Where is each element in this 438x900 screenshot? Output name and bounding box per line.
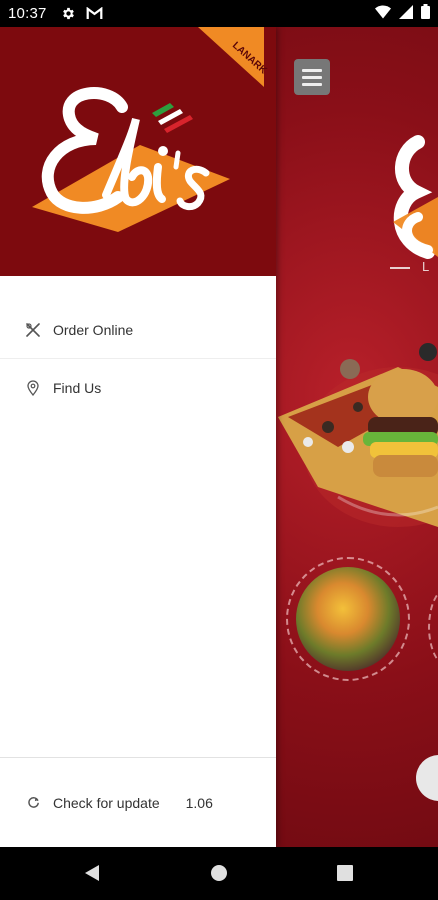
menu-item-label: Order Online xyxy=(53,321,134,338)
drawer-header: LANARK xyxy=(0,27,276,276)
check-for-update-label: Check for update xyxy=(53,794,160,811)
gmail-icon xyxy=(86,7,103,20)
background-logo xyxy=(393,135,438,259)
refresh-icon xyxy=(24,794,42,812)
floating-action-button[interactable] xyxy=(416,755,438,801)
gear-icon xyxy=(61,6,76,21)
signal-icon xyxy=(399,4,413,23)
hamburger-menu-button[interactable] xyxy=(294,59,330,95)
food-bowl-image-2 xyxy=(428,587,438,667)
utensils-icon xyxy=(24,321,42,339)
wifi-icon xyxy=(375,5,391,23)
food-image xyxy=(278,343,438,527)
app-version: 1.06 xyxy=(185,794,213,811)
brand-logo: LANARK xyxy=(32,27,269,232)
drawer-menu: Order Online Find Us xyxy=(0,276,276,417)
food-bowl-image xyxy=(286,557,410,681)
menu-item-order-online[interactable]: Order Online xyxy=(0,301,276,359)
battery-icon xyxy=(421,4,430,23)
map-pin-icon xyxy=(24,379,42,397)
recents-icon[interactable] xyxy=(337,865,353,881)
menu-item-label: Find Us xyxy=(53,380,102,396)
home-icon[interactable] xyxy=(210,864,228,882)
background-location-text: L xyxy=(422,259,432,274)
status-bar: 10:37 xyxy=(0,0,438,27)
system-navigation-bar xyxy=(0,847,438,900)
menu-item-find-us[interactable]: Find Us xyxy=(0,359,276,417)
navigation-drawer: LANARK Order Online Find Us Check for up… xyxy=(0,27,276,847)
background-divider xyxy=(390,267,410,269)
back-icon[interactable] xyxy=(84,864,100,882)
status-time: 10:37 xyxy=(8,5,47,22)
check-for-update-row[interactable]: Check for update 1.06 xyxy=(0,757,276,847)
